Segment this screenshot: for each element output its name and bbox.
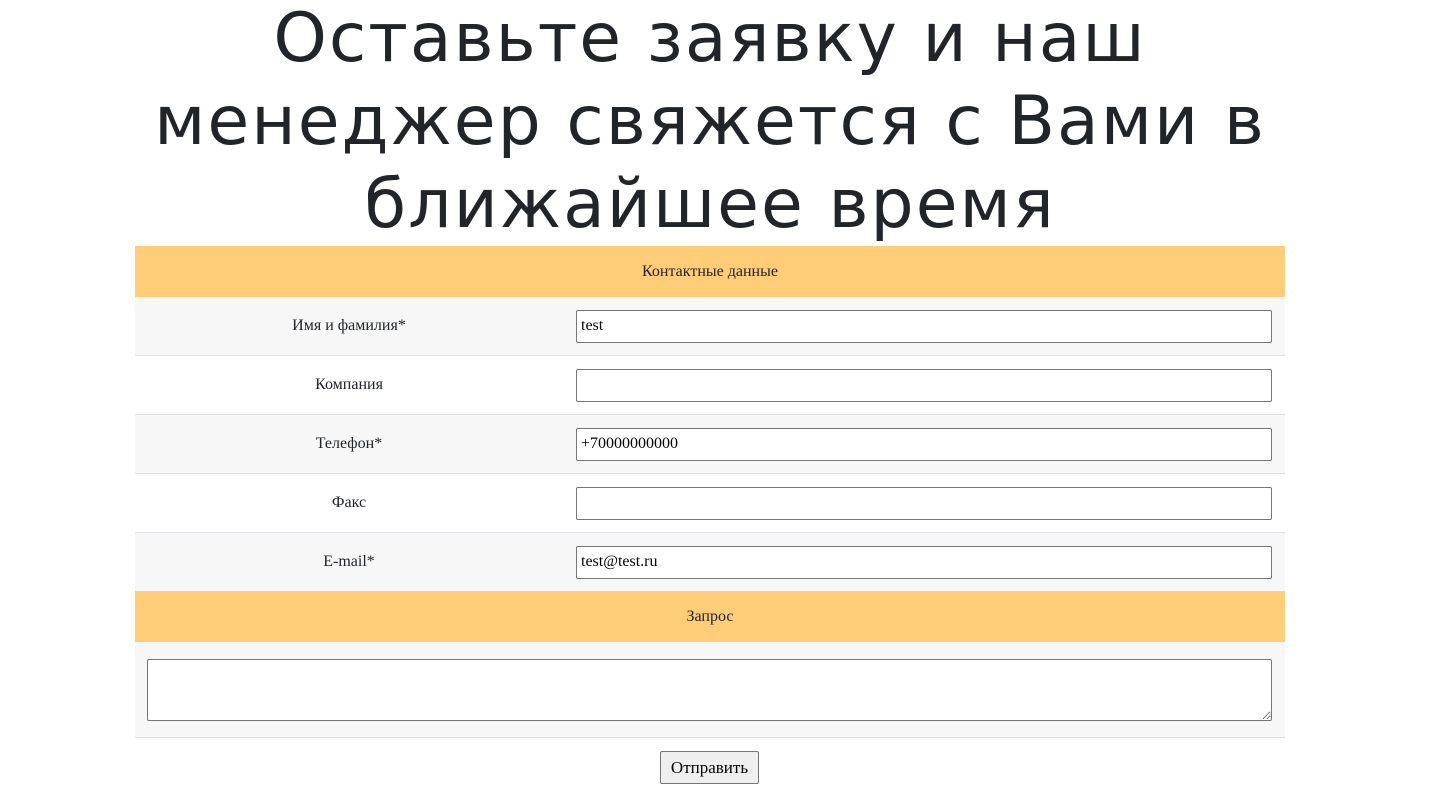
request-textarea[interactable]	[147, 658, 1272, 721]
email-label: E-mail*	[135, 532, 563, 591]
field-row-name: Имя и фамилия*	[135, 297, 1285, 356]
phone-label: Телефон*	[135, 414, 563, 474]
field-row-phone: Телефон*	[135, 414, 1285, 474]
name-input[interactable]	[576, 309, 1272, 343]
contact-form-table: Контактные данные Имя и фамилия* Компани…	[135, 246, 1285, 738]
fax-label: Факс	[135, 473, 563, 533]
company-label: Компания	[135, 355, 563, 415]
field-row-fax: Факс	[135, 473, 1285, 533]
request-section-header: Запрос	[135, 591, 1285, 642]
contact-section-header: Контактные данные	[135, 246, 1285, 297]
request-section-label: Запрос	[135, 591, 1285, 642]
email-input[interactable]	[576, 545, 1272, 579]
field-row-company: Компания	[135, 355, 1285, 415]
page-title: Оставьте заявку и наш менеджер свяжется …	[154, 0, 1266, 244]
fax-input[interactable]	[576, 486, 1272, 520]
field-row-email: E-mail*	[135, 532, 1285, 591]
phone-input[interactable]	[576, 427, 1272, 461]
contact-section-label: Контактные данные	[135, 246, 1285, 297]
company-input[interactable]	[576, 368, 1272, 402]
name-label: Имя и фамилия*	[135, 297, 563, 356]
request-row	[135, 642, 1285, 738]
submit-button[interactable]: Отправить	[660, 751, 759, 784]
